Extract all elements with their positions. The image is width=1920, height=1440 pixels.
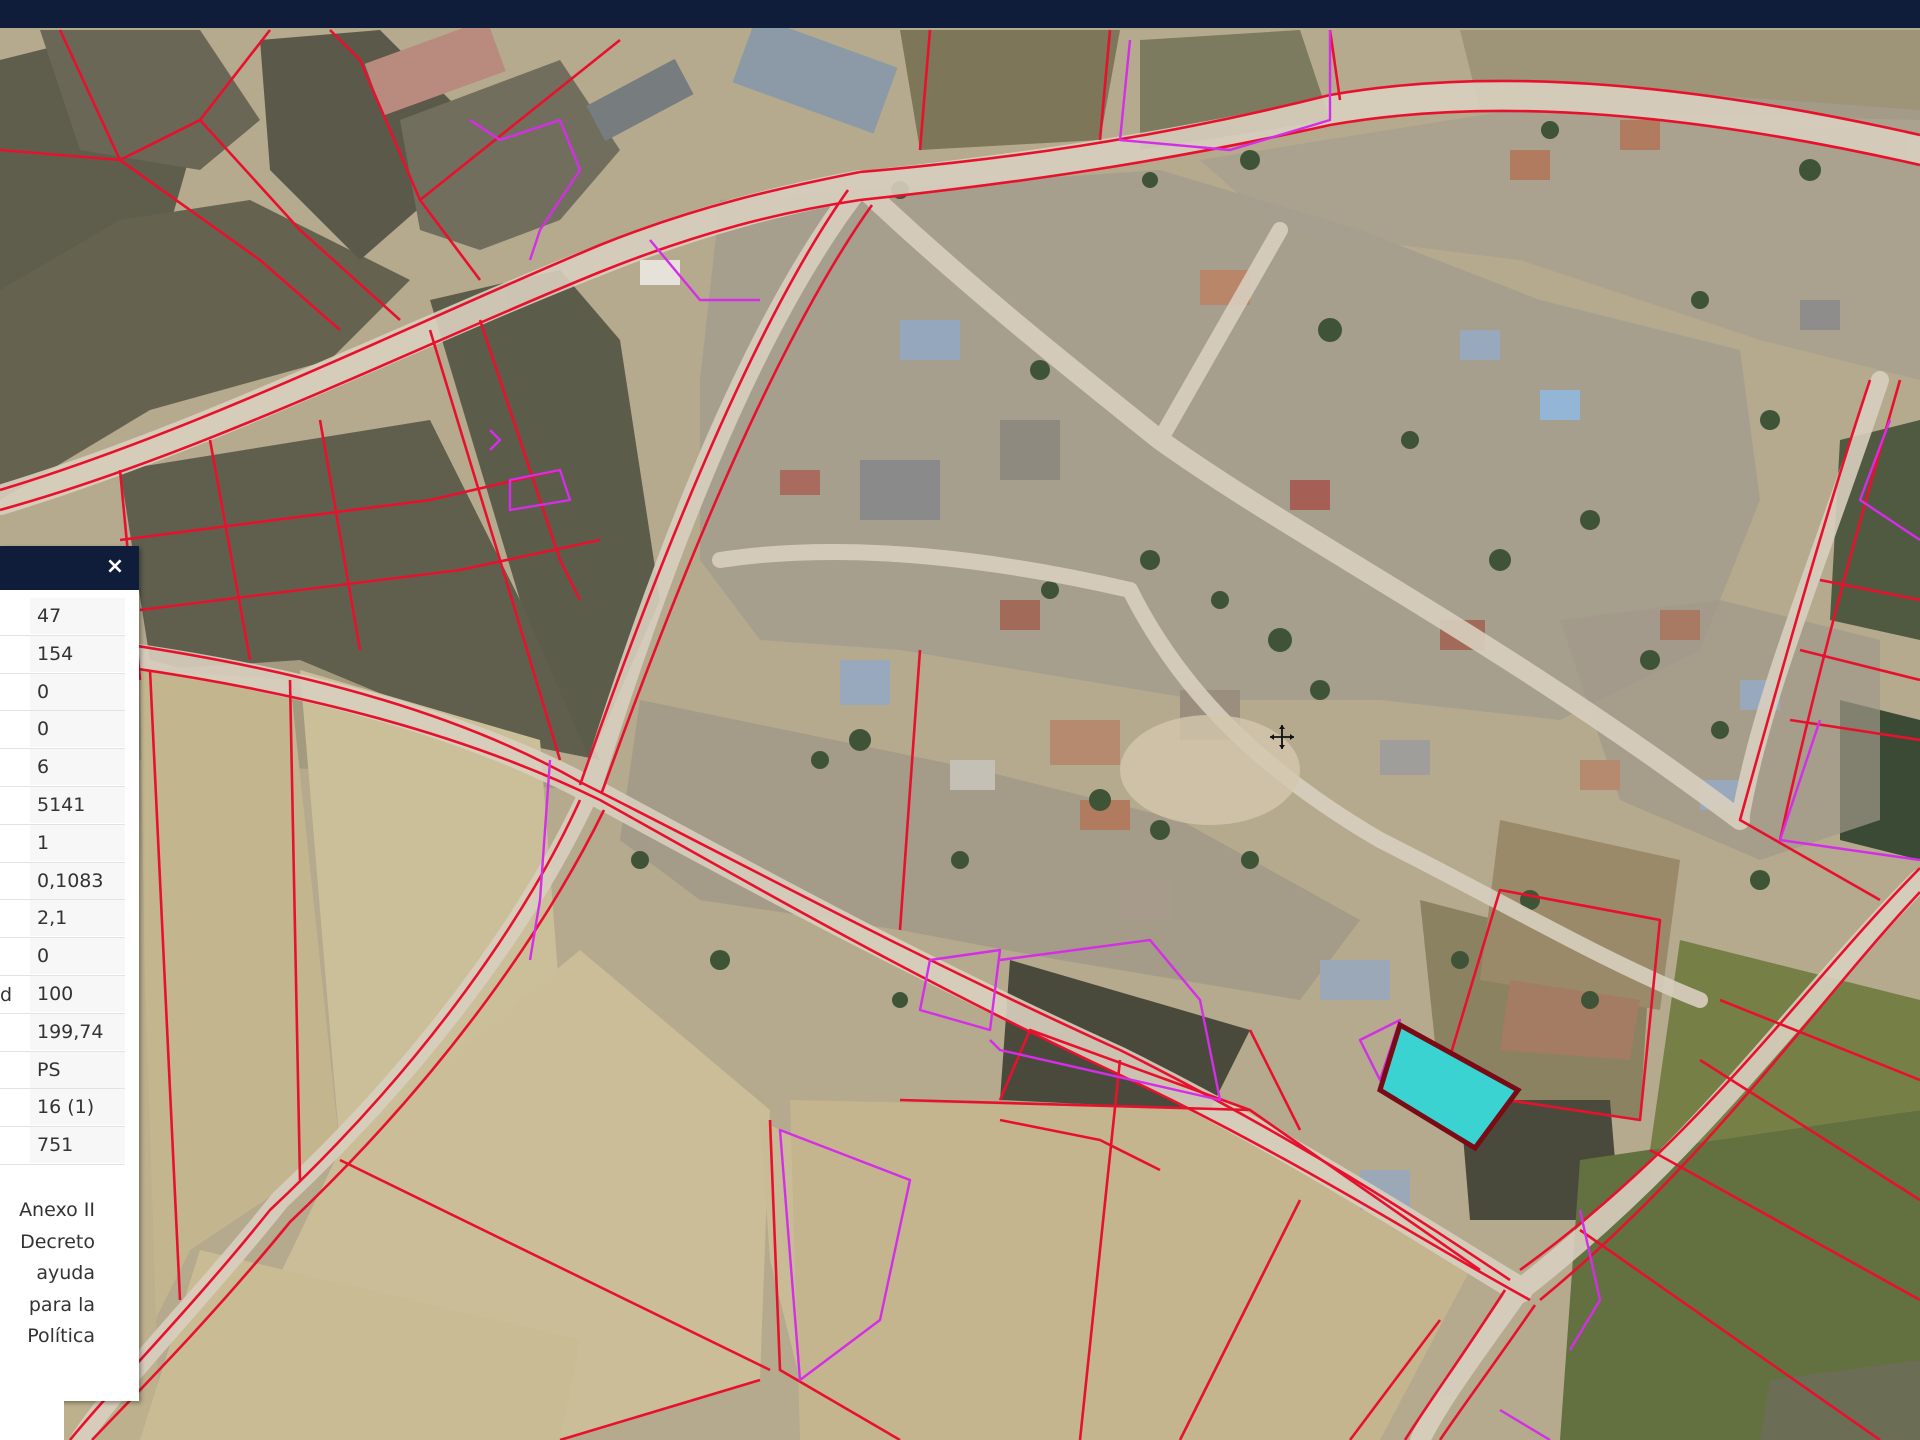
top-bar (0, 0, 1920, 28)
info-panel-header: × (0, 546, 139, 590)
attribute-value: 0 (30, 711, 125, 748)
attribute-row: 1 (0, 824, 125, 863)
attribute-row: 16 (1) (0, 1089, 125, 1128)
attribute-value: 16 (1) (30, 1089, 125, 1126)
note-line: Política (27, 1325, 95, 1348)
attribute-row: d 100 (0, 975, 125, 1014)
attribute-value: 47 (30, 598, 125, 634)
close-icon[interactable]: × (101, 552, 129, 582)
attribute-row: 2,1 (0, 900, 125, 939)
info-panel-footer (0, 1401, 64, 1440)
attribute-value: 0 (30, 938, 125, 975)
note-line: ayuda (36, 1262, 95, 1285)
attribute-value: 0 (30, 673, 125, 710)
attribute-value: 100 (30, 975, 125, 1012)
attribute-row: 6 (0, 749, 125, 787)
info-panel: × 47 154 0 0 6 5141 1 0,1083 2,1 0 d 100 … (0, 546, 139, 1401)
attribute-row: 0,1083 (0, 862, 125, 901)
note-line: Anexo II (19, 1198, 95, 1221)
attribute-row: PS (0, 1051, 125, 1090)
attribute-row: 199,74 (0, 1013, 125, 1052)
attribute-row: 5141 (0, 786, 125, 825)
attribute-value: 6 (30, 749, 125, 786)
note-line: para la (28, 1293, 95, 1316)
attribute-value: 1 (30, 824, 125, 861)
attribute-value: 154 (30, 635, 125, 672)
attribute-row: 0 (0, 711, 125, 750)
info-notes: Anexo II Decreto ayuda para la Política (0, 1195, 95, 1353)
map-view[interactable] (0, 28, 1920, 1440)
crosshair-icon (1270, 725, 1294, 749)
attribute-value: 5141 (30, 786, 125, 823)
attribute-label: d (0, 983, 13, 1006)
attribute-row: 154 (0, 635, 125, 674)
attribute-row: 0 (0, 938, 125, 976)
attribute-value: 0,1083 (30, 862, 125, 899)
attribute-row: 751 (0, 1127, 125, 1165)
attribute-value: 2,1 (30, 900, 125, 937)
attribute-value: 751 (30, 1127, 125, 1164)
note-line: Decreto (20, 1230, 95, 1253)
attribute-row: 47 (0, 598, 125, 636)
attribute-list: 47 154 0 0 6 5141 1 0,1083 2,1 0 d 100 19… (0, 598, 139, 1165)
attribute-value: 199,74 (30, 1013, 125, 1050)
attribute-row: 0 (0, 673, 125, 712)
attribute-value: PS (30, 1051, 125, 1088)
